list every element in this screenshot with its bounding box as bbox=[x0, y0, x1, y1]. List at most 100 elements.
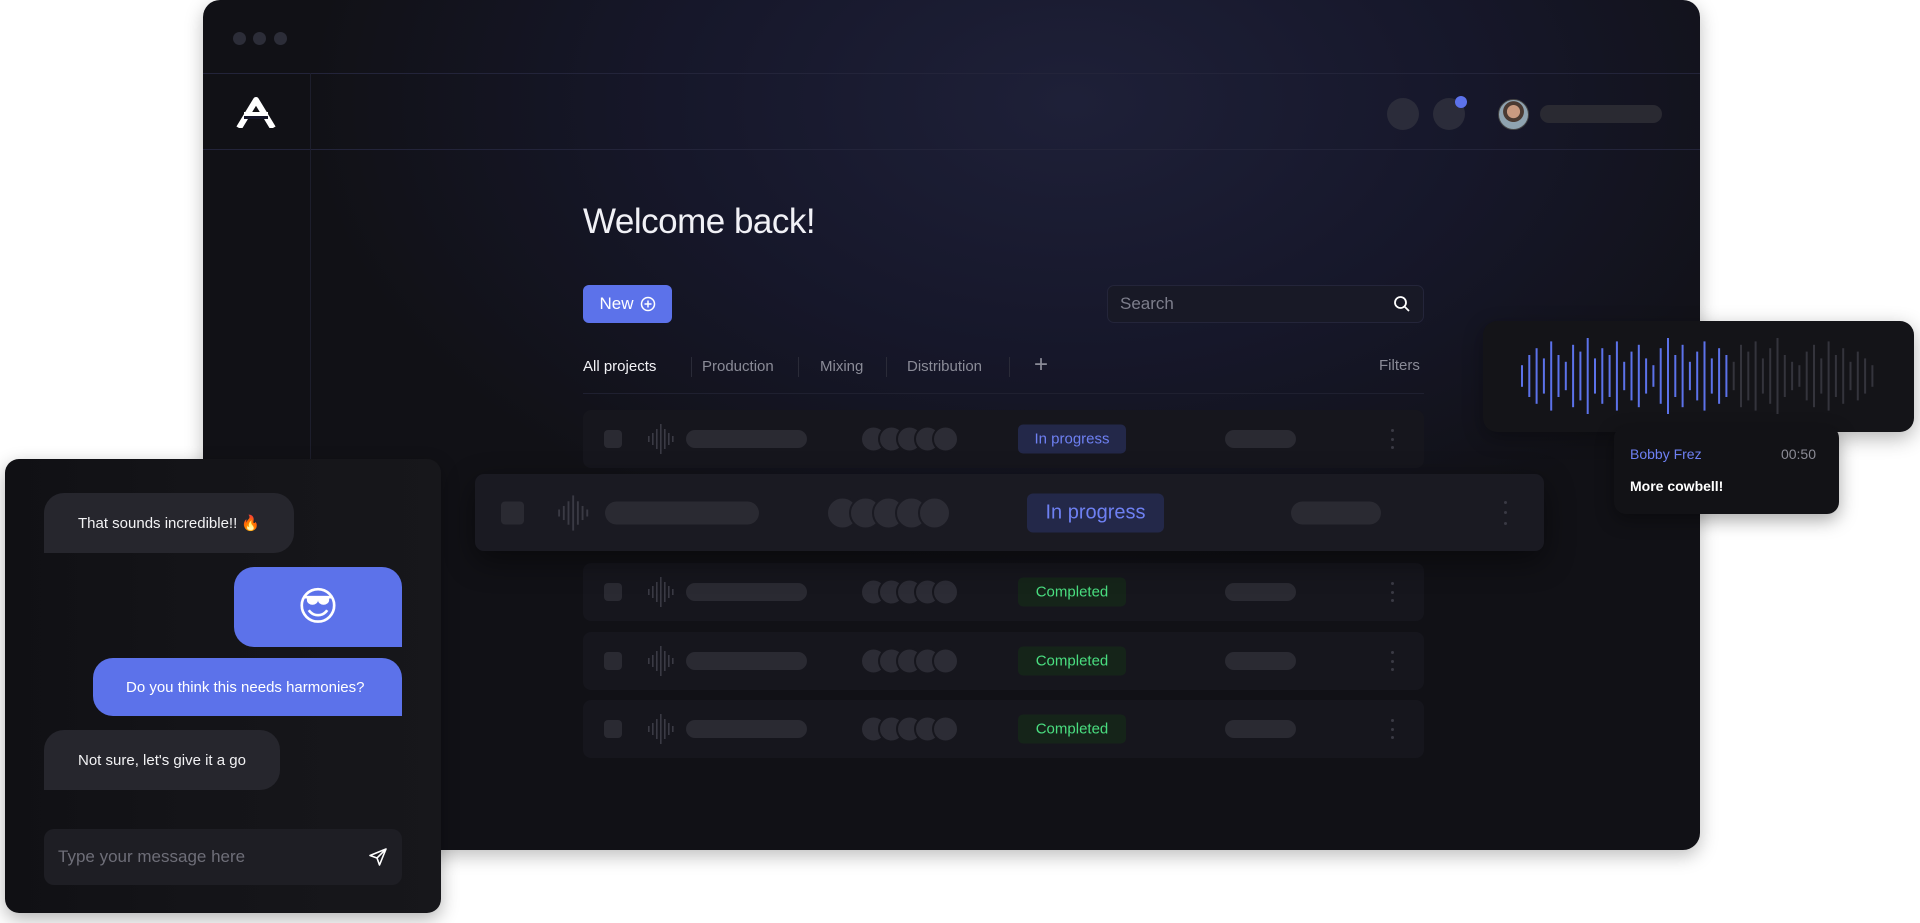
waveform-bar bbox=[1783, 355, 1786, 397]
chat-message-emoji: 😎 bbox=[234, 567, 402, 647]
divider bbox=[583, 393, 1424, 394]
waveform-bar bbox=[1791, 361, 1794, 391]
waveform-bar bbox=[1820, 358, 1823, 394]
project-row[interactable]: In progress bbox=[583, 410, 1424, 468]
chat-panel: That sounds incredible!! 🔥 😎 Do you thin… bbox=[5, 459, 441, 913]
waveform-bar bbox=[1703, 341, 1706, 411]
status-badge: Completed bbox=[1018, 714, 1126, 744]
project-row[interactable]: Completed bbox=[583, 700, 1424, 758]
waveform-icon bbox=[648, 714, 674, 744]
waveform-bar bbox=[1842, 348, 1845, 404]
waveform-bar bbox=[1645, 358, 1648, 394]
add-tab-button[interactable]: + bbox=[1034, 351, 1048, 379]
waveform-bar bbox=[1521, 365, 1523, 387]
waveform-bar bbox=[1747, 351, 1750, 401]
project-row-highlighted[interactable]: In progress bbox=[475, 474, 1544, 551]
window-minimize-dot[interactable] bbox=[253, 32, 266, 45]
user-avatar[interactable] bbox=[1498, 99, 1529, 130]
window-maximize-dot[interactable] bbox=[274, 32, 287, 45]
comment-text: More cowbell! bbox=[1630, 478, 1724, 494]
avatar bbox=[932, 715, 959, 743]
project-row[interactable]: Completed bbox=[583, 632, 1424, 690]
plus-circle-icon bbox=[640, 296, 655, 312]
row-checkbox[interactable] bbox=[501, 501, 524, 524]
waveform-bar bbox=[1630, 351, 1633, 401]
date-placeholder bbox=[1291, 501, 1381, 524]
waveform-bar bbox=[1834, 355, 1837, 397]
waveform-bar bbox=[1659, 348, 1662, 404]
tab-mixing[interactable]: Mixing bbox=[820, 358, 863, 375]
waveform-bar bbox=[1615, 341, 1618, 411]
search-box[interactable] bbox=[1107, 285, 1424, 323]
tab-production[interactable]: Production bbox=[702, 358, 774, 375]
send-icon[interactable] bbox=[368, 847, 388, 867]
project-name-placeholder bbox=[686, 430, 807, 448]
waveform-bar bbox=[1849, 361, 1852, 391]
waveform-bar bbox=[1586, 338, 1589, 414]
waveform-bar bbox=[1725, 355, 1728, 397]
user-name-placeholder bbox=[1540, 105, 1662, 123]
message-box[interactable] bbox=[44, 829, 402, 885]
page-title: Welcome back! bbox=[583, 202, 816, 241]
collaborator-avatars bbox=[860, 715, 960, 743]
more-options-icon[interactable] bbox=[1389, 429, 1395, 449]
waveform-bar bbox=[1710, 358, 1713, 394]
waveform-card[interactable] bbox=[1483, 321, 1914, 432]
waveform-bar bbox=[1601, 348, 1604, 404]
waveform-bar bbox=[1667, 338, 1669, 414]
search-input[interactable] bbox=[1120, 294, 1370, 314]
tab-all-projects[interactable]: All projects bbox=[583, 358, 656, 375]
notification-dot bbox=[1455, 96, 1467, 108]
chat-message-incoming: Not sure, let's give it a go bbox=[44, 730, 280, 790]
avatar bbox=[918, 496, 951, 529]
waveform-bar bbox=[1674, 355, 1677, 397]
waveform-bar bbox=[1754, 341, 1757, 411]
waveform-bar bbox=[1769, 348, 1772, 404]
row-checkbox[interactable] bbox=[604, 720, 622, 738]
row-checkbox[interactable] bbox=[604, 430, 622, 448]
divider bbox=[203, 73, 1700, 74]
more-options-icon[interactable] bbox=[1502, 500, 1508, 525]
project-name-placeholder bbox=[686, 720, 807, 738]
status-badge: In progress bbox=[1027, 493, 1164, 532]
waveform-icon bbox=[558, 494, 589, 531]
message-input[interactable] bbox=[58, 847, 348, 867]
chat-message-incoming: That sounds incredible!! 🔥 bbox=[44, 493, 295, 553]
more-options-icon[interactable] bbox=[1389, 582, 1395, 602]
waveform-bar bbox=[1761, 358, 1764, 394]
waveform-icon bbox=[648, 646, 674, 676]
chat-message-outgoing: Do you think this needs harmonies? bbox=[93, 658, 402, 716]
waveform-bar bbox=[1856, 351, 1859, 401]
waveform-icon bbox=[648, 577, 674, 607]
audio-waveform[interactable] bbox=[1483, 321, 1914, 432]
row-checkbox[interactable] bbox=[604, 652, 622, 670]
waveform-bar bbox=[1732, 361, 1735, 391]
waveform-bar bbox=[1550, 341, 1553, 411]
new-label: New bbox=[599, 294, 634, 313]
window-close-dot[interactable] bbox=[233, 32, 246, 45]
divider bbox=[203, 149, 1700, 150]
more-options-icon[interactable] bbox=[1389, 651, 1395, 671]
filters-button[interactable]: Filters bbox=[1379, 357, 1420, 374]
new-project-button[interactable]: New bbox=[583, 285, 672, 323]
collaborator-avatars bbox=[826, 496, 954, 529]
tab-distribution[interactable]: Distribution bbox=[907, 358, 982, 375]
waveform-bar bbox=[1813, 344, 1815, 408]
a-logo-icon[interactable] bbox=[236, 97, 276, 128]
search-icon[interactable] bbox=[1393, 295, 1411, 313]
project-row[interactable]: Completed bbox=[583, 563, 1424, 621]
header-icon-button[interactable] bbox=[1387, 98, 1419, 130]
project-name-placeholder bbox=[686, 652, 807, 670]
row-checkbox[interactable] bbox=[604, 583, 622, 601]
tab-separator bbox=[886, 357, 887, 377]
avatar bbox=[932, 647, 959, 675]
waveform-bar bbox=[1637, 344, 1640, 408]
waveform-bar bbox=[1696, 351, 1699, 401]
avatar bbox=[932, 578, 959, 606]
date-placeholder bbox=[1225, 720, 1296, 738]
tab-separator bbox=[1009, 357, 1010, 377]
more-options-icon[interactable] bbox=[1389, 719, 1395, 739]
status-badge: In progress bbox=[1018, 424, 1126, 454]
date-placeholder bbox=[1225, 430, 1296, 448]
collaborator-avatars bbox=[860, 578, 960, 606]
